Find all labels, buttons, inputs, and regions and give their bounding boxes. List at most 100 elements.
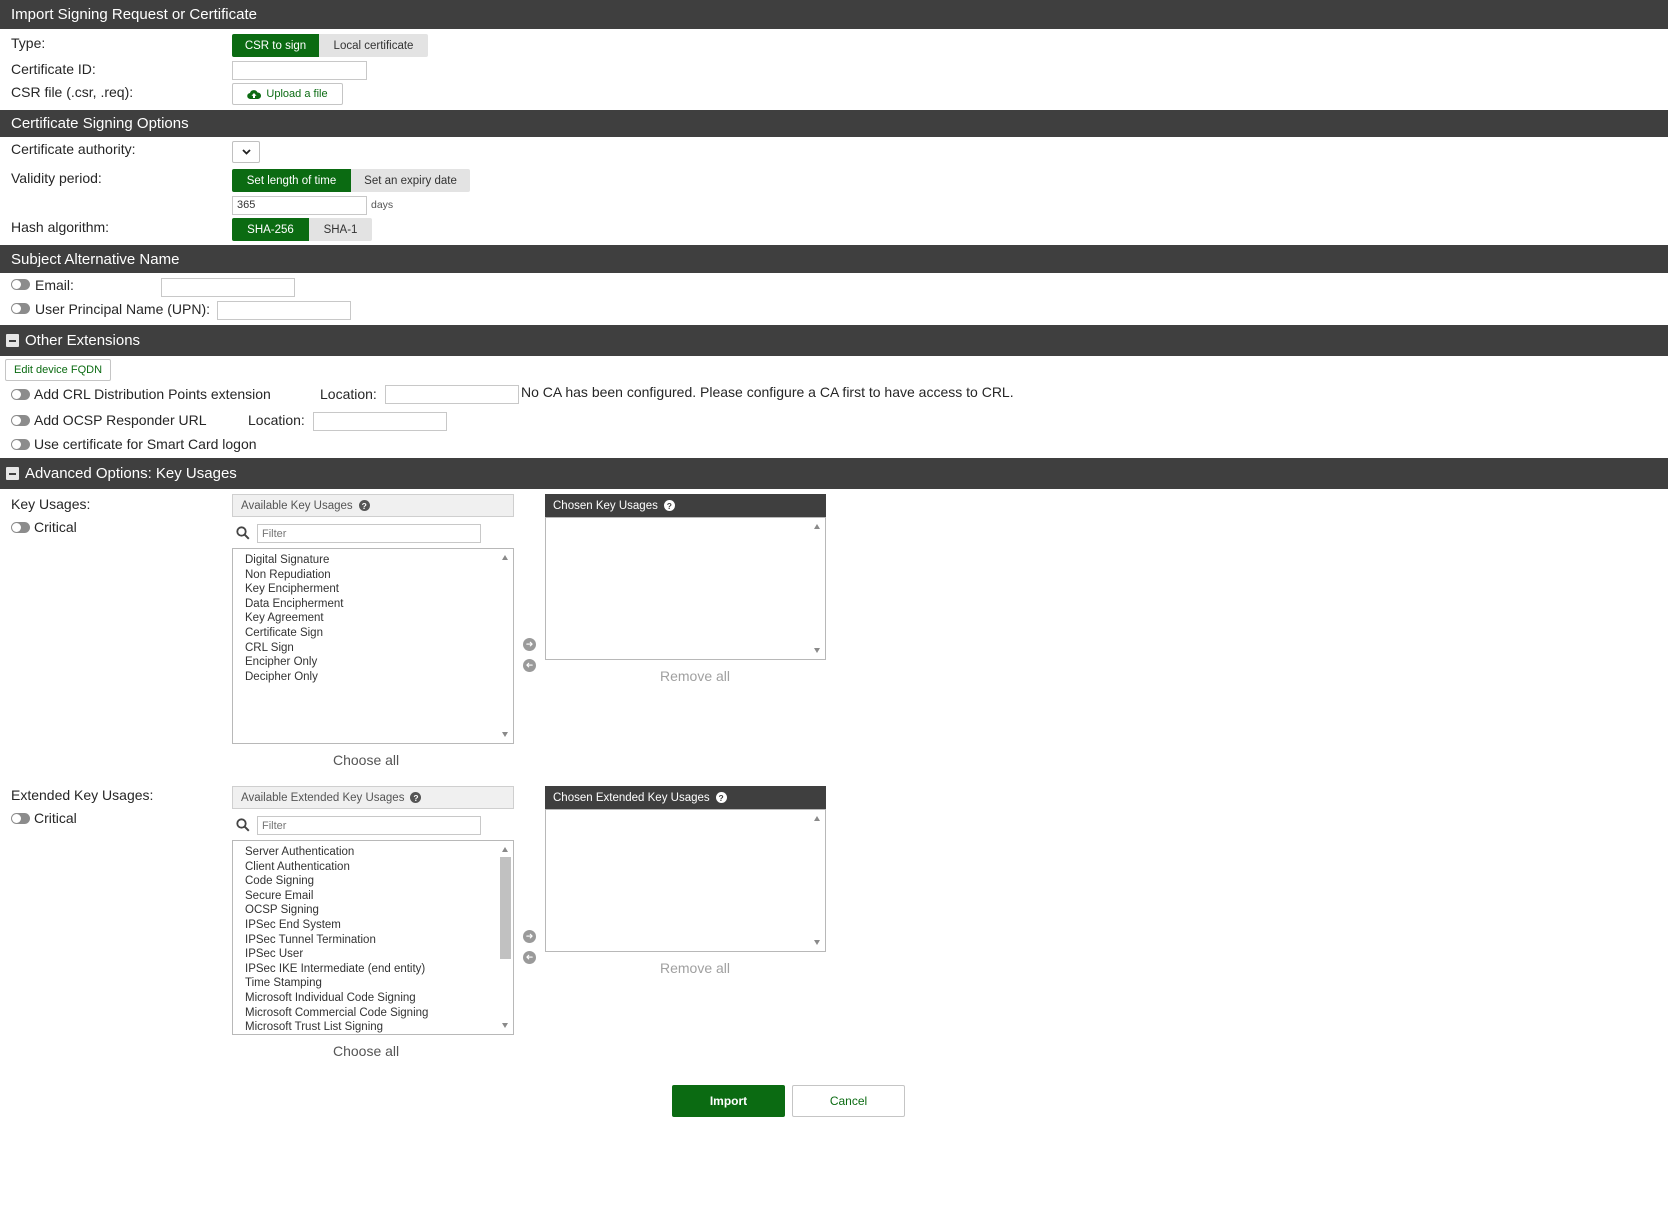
help-icon[interactable]: ? <box>410 792 422 803</box>
validity-toggle[interactable]: Set length of time Set an expiry date <box>232 169 470 192</box>
validity-label: Validity period: <box>11 170 102 186</box>
list-item[interactable]: Microsoft Commercial Code Signing <box>245 1006 428 1021</box>
list-item[interactable]: CRL Sign <box>245 641 343 656</box>
panel-title: Chosen Extended Key Usages <box>553 791 710 804</box>
list-item[interactable]: Digital Signature <box>245 553 343 568</box>
section-header-import: Import Signing Request or Certificate <box>0 0 1668 29</box>
cert-id-input[interactable] <box>232 61 367 80</box>
crl-toggle[interactable] <box>11 389 30 400</box>
cert-authority-select[interactable] <box>232 141 260 163</box>
key-usages-choose-all[interactable]: Choose all <box>333 752 399 768</box>
chosen-ext-key-usages-list[interactable] <box>545 809 826 952</box>
ext-key-usages-critical-toggle[interactable] <box>11 813 30 824</box>
list-item[interactable]: OCSP Signing <box>245 903 428 918</box>
ext-key-usages-label: Extended Key Usages: <box>11 787 154 803</box>
help-icon[interactable]: ? <box>663 500 675 511</box>
list-item[interactable]: Microsoft Individual Code Signing <box>245 991 428 1006</box>
list-item[interactable]: Time Stamping <box>245 976 428 991</box>
import-button[interactable]: Import <box>672 1085 785 1117</box>
hash-option-sha256[interactable]: SHA-256 <box>232 218 309 241</box>
smartcard-toggle[interactable] <box>11 439 30 450</box>
key-usages-remove-all[interactable]: Remove all <box>660 668 730 684</box>
type-option-csr[interactable]: CSR to sign <box>232 34 319 57</box>
list-item[interactable]: Key Encipherment <box>245 582 343 597</box>
list-item[interactable]: Server Authentication <box>245 845 428 860</box>
key-usages-filter-input[interactable] <box>257 524 481 543</box>
available-key-usages-header: Available Key Usages ? <box>232 494 514 517</box>
search-icon <box>236 526 250 540</box>
upload-cloud-icon <box>247 89 262 99</box>
key-usages-label: Key Usages: <box>11 496 91 512</box>
crl-location-input[interactable] <box>385 385 519 404</box>
available-ext-key-usages-list[interactable]: Server Authentication Client Authenticat… <box>232 840 514 1035</box>
list-item[interactable]: Data Encipherment <box>245 597 343 612</box>
chosen-key-usages-header: Chosen Key Usages ? <box>545 494 826 517</box>
upload-file-button[interactable]: Upload a file <box>232 83 343 105</box>
email-toggle[interactable] <box>11 279 30 290</box>
list-item[interactable]: Client Authentication <box>245 860 428 875</box>
validity-option-length[interactable]: Set length of time <box>232 169 351 192</box>
list-item[interactable]: IPSec User <box>245 947 428 962</box>
upn-toggle[interactable] <box>11 303 30 314</box>
section-header-signing: Certificate Signing Options <box>0 110 1668 137</box>
list-item[interactable]: Encipher Only <box>245 655 343 670</box>
key-usages-critical-label: Critical <box>34 519 77 535</box>
chosen-key-usages-list[interactable] <box>545 517 826 660</box>
validity-days-input[interactable]: 365 <box>232 196 367 215</box>
list-item[interactable]: Decipher Only <box>245 670 343 685</box>
scrollbar[interactable] <box>810 518 825 659</box>
hash-toggle[interactable]: SHA-256 SHA-1 <box>232 218 372 241</box>
email-input[interactable] <box>161 278 295 297</box>
validity-unit: days <box>371 199 394 211</box>
csr-file-label: CSR file (.csr, .req): <box>11 84 134 100</box>
ext-key-usages-critical-label: Critical <box>34 810 77 826</box>
scrollbar[interactable] <box>810 810 825 951</box>
key-usages-critical-toggle[interactable] <box>11 522 30 533</box>
arrow-left-icon[interactable]: ➜ <box>523 951 536 964</box>
chosen-ext-key-usages-header: Chosen Extended Key Usages ? <box>545 786 826 809</box>
help-icon[interactable]: ? <box>715 792 727 803</box>
type-toggle[interactable]: CSR to sign Local certificate <box>232 34 428 57</box>
arrow-right-icon[interactable]: ➜ <box>523 638 536 651</box>
list-item[interactable]: Code Signing <box>245 874 428 889</box>
section-title: Subject Alternative Name <box>11 250 180 268</box>
section-header-advanced[interactable]: Advanced Options: Key Usages <box>0 458 1668 489</box>
collapse-icon[interactable] <box>6 334 19 347</box>
list-item[interactable]: Non Repudiation <box>245 568 343 583</box>
ext-key-usages-choose-all[interactable]: Choose all <box>333 1043 399 1059</box>
scrollbar[interactable] <box>498 841 513 1034</box>
list-item[interactable]: IPSec Tunnel Termination <box>245 933 428 948</box>
upload-file-label: Upload a file <box>266 88 328 100</box>
section-header-other[interactable]: Other Extensions <box>0 325 1668 356</box>
list-item[interactable]: Microsoft Trust List Signing <box>245 1020 428 1034</box>
search-icon <box>236 818 250 832</box>
list-item[interactable]: IPSec End System <box>245 918 428 933</box>
ocsp-toggle[interactable] <box>11 415 30 426</box>
cert-id-label: Certificate ID: <box>11 61 96 77</box>
ocsp-location-input[interactable] <box>313 412 447 431</box>
arrow-right-icon[interactable]: ➜ <box>523 930 536 943</box>
ext-key-usages-filter-input[interactable] <box>257 816 481 835</box>
list-item[interactable]: IPSec IKE Intermediate (end entity) <box>245 962 428 977</box>
edit-fqdn-button[interactable]: Edit device FQDN <box>5 359 111 381</box>
upn-label: User Principal Name (UPN): <box>35 301 211 317</box>
upn-input[interactable] <box>217 301 351 320</box>
panel-title: Chosen Key Usages <box>553 499 658 512</box>
type-option-local[interactable]: Local certificate <box>319 34 428 57</box>
cancel-button[interactable]: Cancel <box>792 1085 905 1117</box>
hash-option-sha1[interactable]: SHA-1 <box>309 218 372 241</box>
arrow-left-icon[interactable]: ➜ <box>523 659 536 672</box>
list-item[interactable]: Key Agreement <box>245 611 343 626</box>
list-item[interactable]: Secure Email <box>245 889 428 904</box>
validity-option-expiry[interactable]: Set an expiry date <box>351 169 470 192</box>
list-item[interactable]: Certificate Sign <box>245 626 343 641</box>
crl-note: No CA has been configured. Please config… <box>521 384 1014 400</box>
available-key-usages-list[interactable]: Digital Signature Non Repudiation Key En… <box>232 548 514 744</box>
collapse-icon[interactable] <box>6 467 19 480</box>
help-icon[interactable]: ? <box>358 500 370 511</box>
chevron-down-icon <box>241 149 251 155</box>
scrollbar[interactable] <box>498 549 513 743</box>
ext-key-usages-remove-all[interactable]: Remove all <box>660 960 730 976</box>
section-title: Import Signing Request or Certificate <box>11 6 257 23</box>
ocsp-location-label: Location: <box>248 412 305 428</box>
